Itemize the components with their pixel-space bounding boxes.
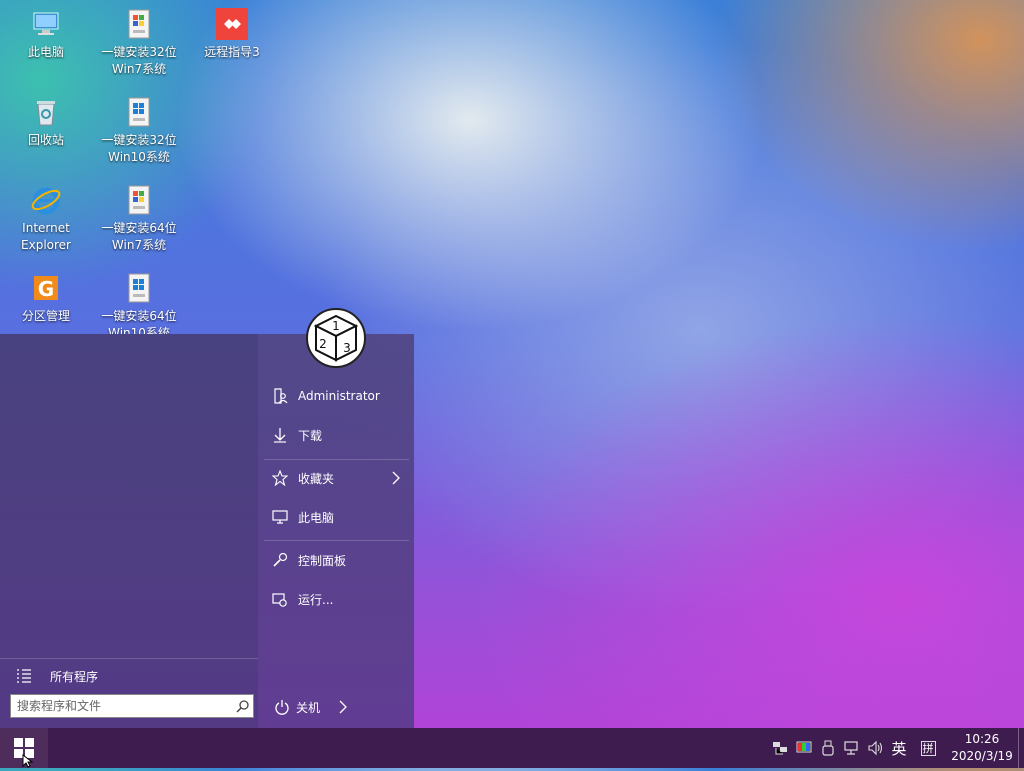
- user-avatar[interactable]: 1 2 3: [306, 308, 366, 368]
- user-folder-icon: [272, 388, 288, 404]
- ime-language-label: 英: [891, 739, 907, 758]
- desktop-icon-label: 此电脑: [27, 45, 64, 59]
- tray-ime-language[interactable]: 英: [888, 728, 910, 768]
- tray-network-icon[interactable]: [842, 728, 862, 768]
- mouse-cursor-icon: [22, 753, 34, 771]
- recycle-bin-icon: [30, 96, 62, 128]
- show-desktop-button[interactable]: [1018, 728, 1024, 768]
- start-item-administrator[interactable]: Administrator: [264, 377, 409, 415]
- start-item-downloads[interactable]: 下载: [264, 416, 409, 454]
- wrench-icon: [272, 552, 288, 568]
- all-programs-label: 所有程序: [50, 669, 99, 684]
- desktop-icon-install-win7-32[interactable]: 一键安装32位 Win7系统: [94, 8, 184, 78]
- avatar-number: 2: [319, 337, 327, 351]
- desktop-icon-install-win7-64[interactable]: 一键安装64位 Win7系统: [94, 184, 184, 254]
- all-programs-button[interactable]: 所有程序: [0, 658, 258, 693]
- desktop-icon-label: 一键安装64位 Win7系统: [101, 221, 177, 252]
- desktop-icon-label: 一键安装32位 Win7系统: [101, 45, 177, 76]
- star-icon: [272, 470, 288, 486]
- start-item-label: 收藏夹: [298, 471, 335, 486]
- anydesk-icon: [216, 8, 248, 40]
- start-item-run[interactable]: 运行...: [264, 580, 409, 618]
- start-item-label: 控制面板: [298, 553, 347, 568]
- power-button[interactable]: 关机: [264, 690, 409, 724]
- desktop-icon-label: 回收站: [27, 133, 64, 147]
- search-input[interactable]: [11, 698, 233, 714]
- start-item-this-pc[interactable]: 此电脑: [264, 498, 409, 536]
- desktop-icon-remote-guide[interactable]: 远程指导3: [187, 8, 277, 61]
- start-item-control-panel[interactable]: 控制面板: [264, 541, 409, 579]
- desktop-icon-recycle-bin[interactable]: 回收站: [1, 96, 91, 149]
- search-box[interactable]: [10, 694, 254, 718]
- desktop-icon-label: 一键安装32位 Win10系统: [101, 133, 177, 164]
- desktop-icon-install-win10-64[interactable]: 一键安装64位 Win10系统: [94, 272, 184, 334]
- svg-text:G: G: [38, 277, 54, 301]
- clock-date: 2020/3/19: [951, 749, 1013, 763]
- tray-network-computers-icon[interactable]: [770, 728, 790, 768]
- taskbar-clock[interactable]: 10:26 2020/3/19: [946, 731, 1018, 765]
- partition-tool-icon: G: [30, 272, 62, 304]
- start-item-label: Administrator: [298, 389, 380, 403]
- desktop-icon-this-pc[interactable]: 此电脑: [1, 8, 91, 61]
- start-item-label: 下载: [298, 428, 323, 443]
- avatar-number: 3: [343, 341, 351, 355]
- search-icon[interactable]: [233, 699, 253, 713]
- start-item-favorites[interactable]: 收藏夹: [264, 459, 409, 497]
- computer-icon: [272, 509, 288, 525]
- start-item-label: 此电脑: [298, 510, 335, 525]
- tray-ime-mode[interactable]: 拼: [917, 728, 939, 768]
- computer-icon: [30, 8, 62, 40]
- desktop-icon-label: Internet Explorer: [21, 221, 71, 252]
- power-label: 关机: [296, 700, 321, 715]
- desktop-icon-label: 分区管理: [21, 309, 70, 323]
- desktop-icon-internet-explorer[interactable]: Internet Explorer: [1, 184, 91, 254]
- tray-display-color-icon[interactable]: [794, 728, 814, 768]
- download-arrow-icon: [272, 427, 288, 443]
- installer-win7-icon: [123, 184, 155, 216]
- installer-win10-icon: [123, 96, 155, 128]
- chevron-right-icon: [391, 471, 401, 488]
- desktop-icon-install-win10-32[interactable]: 一键安装32位 Win10系统: [94, 96, 184, 166]
- run-icon: [272, 591, 288, 607]
- desktop-icon-partition-manager[interactable]: G 分区管理: [1, 272, 91, 325]
- clock-time: 10:26: [964, 732, 1000, 746]
- desktop-icon-label: 一键安装64位 Win10系统: [101, 309, 177, 334]
- list-icon: [16, 668, 32, 684]
- start-item-label: 运行...: [298, 592, 334, 607]
- ime-mode-label: 拼: [920, 740, 936, 756]
- internet-explorer-icon: [30, 184, 62, 216]
- tray-volume-icon[interactable]: [866, 728, 886, 768]
- avatar-number: 1: [332, 319, 340, 333]
- installer-win10-icon: [123, 272, 155, 304]
- chevron-right-icon[interactable]: [338, 700, 348, 714]
- power-icon: [274, 699, 290, 715]
- installer-win7-icon: [123, 8, 155, 40]
- desktop-icon-label: 远程指导3: [204, 45, 260, 59]
- tray-usb-icon[interactable]: [818, 728, 838, 768]
